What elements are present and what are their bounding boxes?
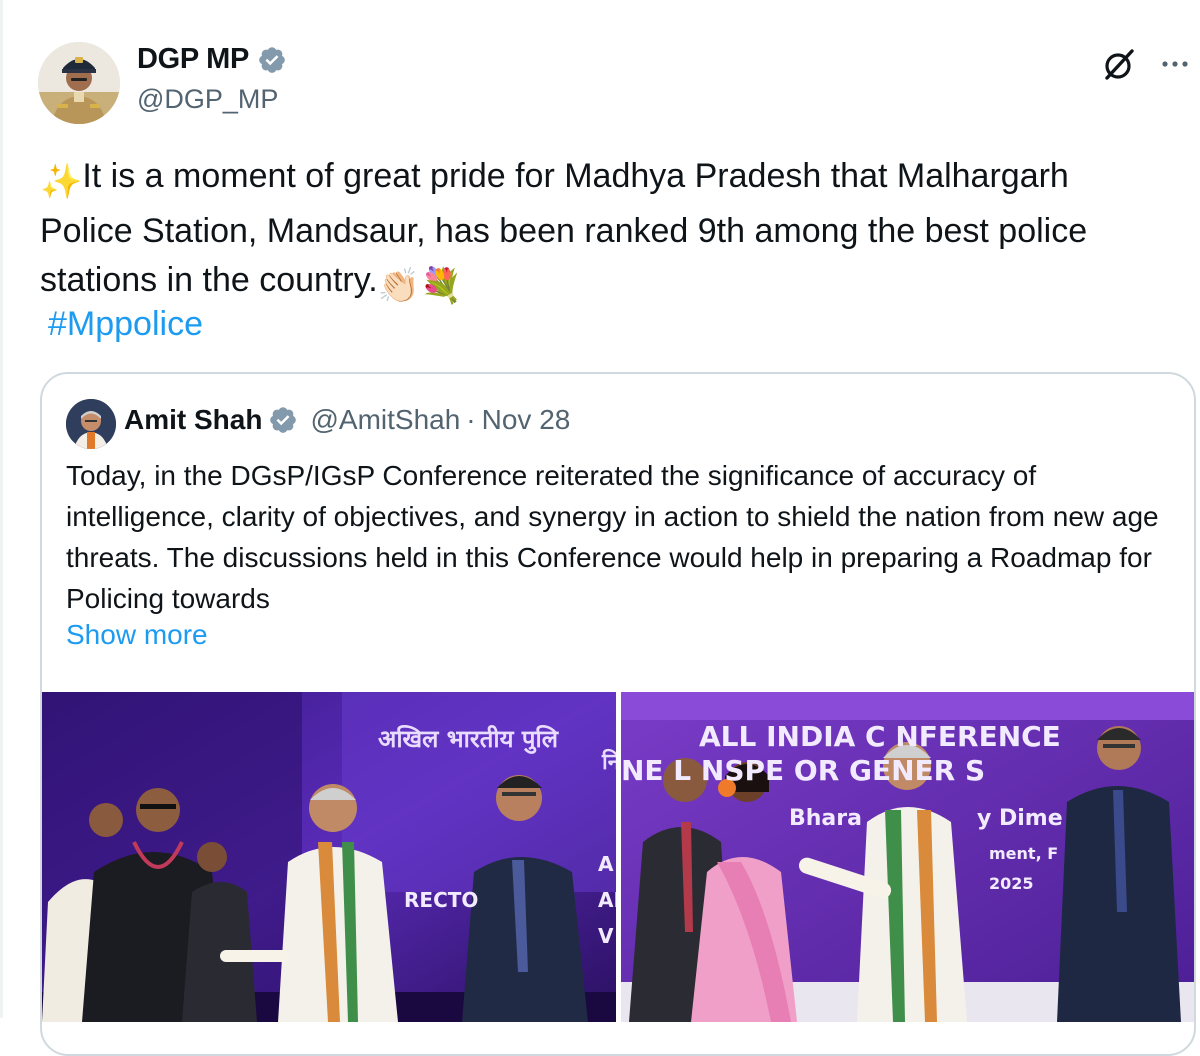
quoted-header[interactable]: Amit Shah @AmitShah · Nov 28 [124,404,570,436]
quoted-date[interactable]: Nov 28 [482,404,571,436]
author-name-row[interactable]: DGP MP [137,43,287,76]
grok-icon[interactable] [1101,47,1137,83]
photo-2-banner-line-2: NE L NSPE OR GENER S [621,754,986,787]
photo-1-banner-line-3: RECTO [404,888,479,912]
photo-1-banner-line-2: नि [602,746,616,776]
photo-1-banner-hindi: अखिल भारतीय पुलि [378,725,559,753]
verified-badge-icon [270,407,297,433]
left-border [0,0,3,1018]
quoted-display-name[interactable]: Amit Shah [124,404,262,436]
verified-badge-icon [259,46,285,73]
author-avatar[interactable] [38,42,120,124]
clap-bouquet-icon: 👏🏻💐 [377,267,463,305]
author-handle[interactable]: @DGP_MP [137,84,278,115]
photo-2-banner-line-6: 2025 [989,874,1034,893]
tweet-body: It is a moment of great pride for Madhya… [40,157,1088,299]
quoted-photo-2[interactable]: ALL INDIA C NFERENCE NE L NSPE OR GENER … [621,692,1194,1022]
quoted-tweet-text: Today, in the DGsP/IGsP Conference reite… [66,460,1159,614]
meta-separator: · [466,404,476,435]
photo-1-banner-line-4: A [598,852,614,876]
quoted-tweet-card[interactable]: Amit Shah @AmitShah · Nov 28 Today, in t… [40,372,1196,1056]
photo-2-banner-line-4: y Dime [977,806,1063,831]
photo-1-banner-line-5: AL [598,888,616,912]
quoted-handle[interactable]: @AmitShah [310,404,460,436]
quoted-photo-1[interactable]: अखिल भारतीय पुलि नि RECTO A AL V [42,692,616,1022]
photo-2-banner-line-1: ALL INDIA C NFERENCE [699,720,1061,753]
hashtag-link[interactable]: #Mppolice [48,300,203,349]
show-more-link[interactable]: Show more [66,619,208,651]
quoted-author-avatar[interactable] [66,399,116,449]
sparkles-icon: ✨ [40,163,83,201]
photo-2-banner-line-3: Bhara [789,806,862,831]
author-display-name[interactable]: DGP MP [137,43,249,76]
tweet-text: ✨It is a moment of great pride for Madhy… [40,152,1160,311]
photo-2-banner-line-5: ment, F [989,844,1059,863]
photo-1-banner-line-6: V [598,924,614,948]
more-icon[interactable] [1158,49,1192,79]
